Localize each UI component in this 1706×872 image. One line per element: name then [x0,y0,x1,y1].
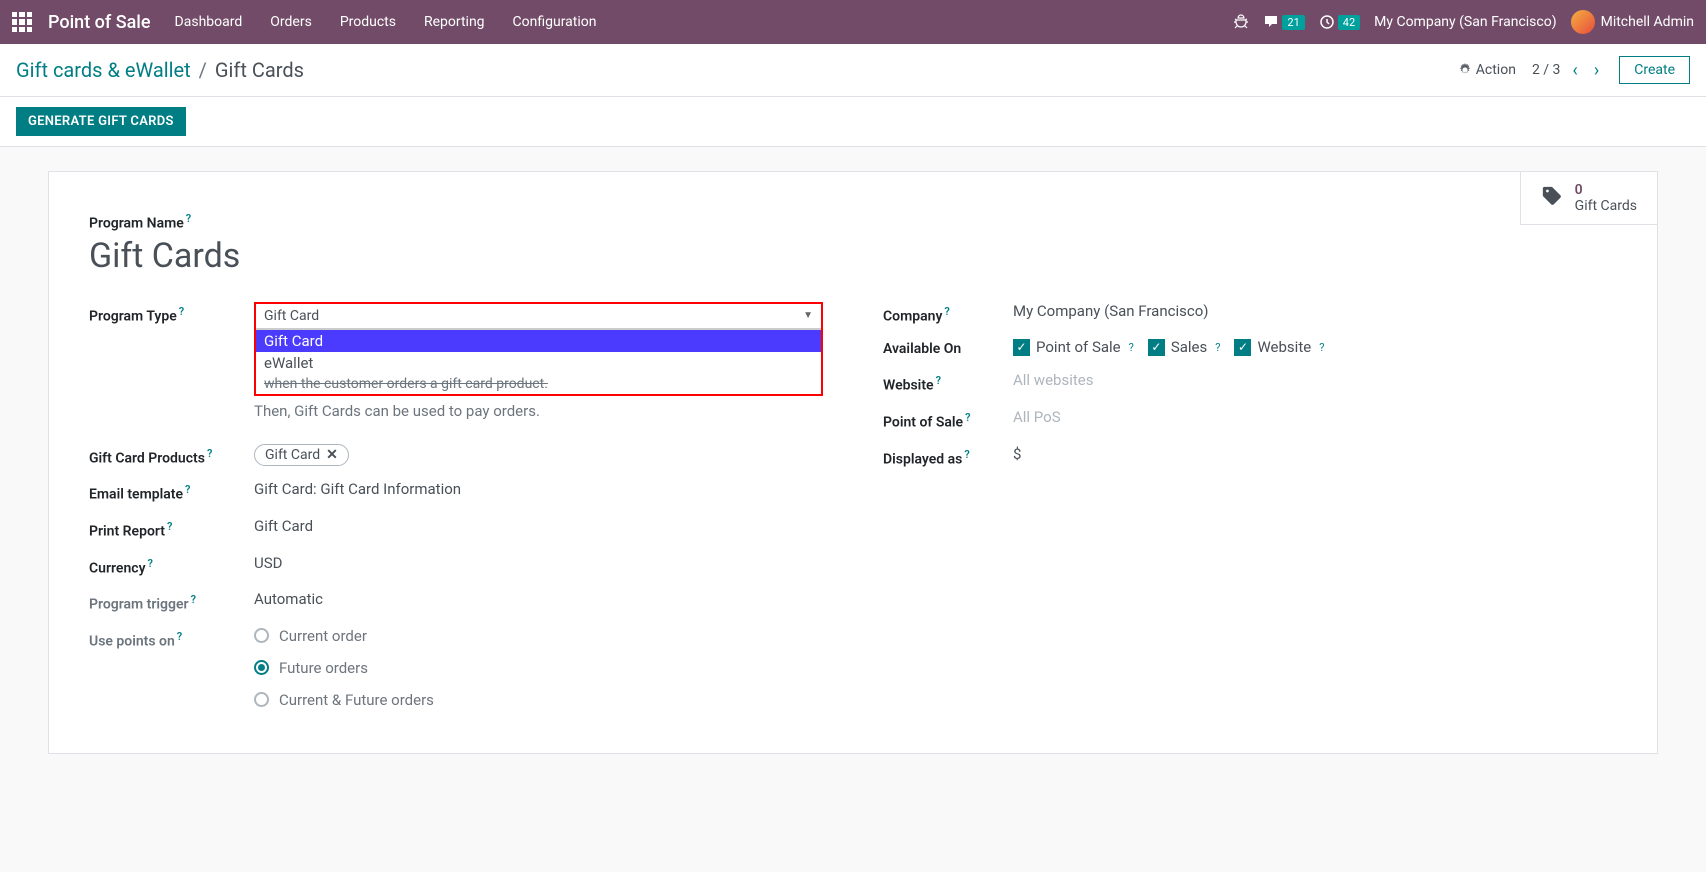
check-website[interactable]: ✓ Website? [1234,338,1324,356]
breadcrumb-parent[interactable]: Gift cards & eWallet [16,58,191,82]
nav-brand[interactable]: Point of Sale [48,12,151,33]
available-on-label: Available On [883,338,1013,357]
activity-icon[interactable]: 42 [1319,14,1360,30]
form-sheet: 0 Gift Cards Program Name? Gift Cards Pr… [48,171,1658,754]
check-sales[interactable]: ✓ Sales? [1148,338,1221,356]
checkbox-icon: ✓ [1234,339,1251,356]
program-type-dropdown[interactable]: Gift Card ▼ Gift Card eWallet when the c… [254,302,823,396]
nav-item-products[interactable]: Products [340,14,396,30]
print-report-value[interactable]: Gift Card [254,517,823,535]
use-points-label: Use points on? [89,627,254,650]
nav-item-dashboard[interactable]: Dashboard [175,14,243,30]
pager-text[interactable]: 2 / 3 [1532,62,1560,78]
help-icon[interactable]: ? [191,593,196,606]
gift-card-product-tag[interactable]: Gift Card ✕ [254,444,349,466]
apps-icon[interactable] [12,12,32,32]
pos-label: Point of Sale? [883,408,1013,431]
action-label: Action [1476,62,1516,78]
top-navbar: Point of Sale Dashboard Orders Products … [0,0,1706,44]
radio-current-future-orders[interactable]: Current & Future orders [254,691,823,709]
tag-remove-icon[interactable]: ✕ [326,447,338,463]
company-switcher[interactable]: My Company (San Francisco) [1374,14,1556,30]
help-icon[interactable]: ? [944,305,949,318]
help-icon[interactable]: ? [177,630,182,643]
radio-current-order[interactable]: Current order [254,627,823,645]
help-icon[interactable]: ? [1215,341,1220,354]
breadcrumb-current: Gift Cards [215,58,304,82]
breadcrumb: Gift cards & eWallet / Gift Cards [16,58,304,82]
breadcrumb-separator: / [199,58,207,82]
help-icon[interactable]: ? [936,374,941,387]
stat-button-gift-cards[interactable]: 0 Gift Cards [1520,172,1657,225]
nav-item-orders[interactable]: Orders [270,14,312,30]
pager-prev-icon[interactable]: ‹ [1568,60,1581,81]
program-type-options: Gift Card eWallet when the customer orde… [256,329,821,394]
gift-card-products-label: Gift Card Products? [89,444,254,467]
help-icon[interactable]: ? [186,212,191,225]
bug-icon[interactable] [1233,14,1249,30]
checkbox-icon: ✓ [1013,339,1030,356]
program-type-selected[interactable]: Gift Card ▼ [256,304,821,329]
radio-icon [254,692,269,707]
radio-icon [254,660,269,675]
program-type-description: Then, Gift Cards can be used to pay orde… [254,402,823,420]
program-name-label: Program Name? [89,212,1617,232]
dropdown-ghost-text: when the customer orders a gift card pro… [256,374,821,394]
help-icon[interactable]: ? [965,411,970,424]
nav-menu: Dashboard Orders Products Reporting Conf… [175,14,597,30]
pager: 2 / 3 ‹ › [1532,60,1603,81]
checkbox-icon: ✓ [1148,339,1165,356]
control-panel: Gift cards & eWallet / Gift Cards Action… [0,44,1706,97]
nav-item-reporting[interactable]: Reporting [424,14,485,30]
gear-icon [1458,63,1472,77]
pos-value[interactable]: All PoS [1013,408,1617,426]
create-button[interactable]: Create [1619,56,1690,84]
program-trigger-value: Automatic [254,590,823,608]
nav-item-configuration[interactable]: Configuration [513,14,597,30]
program-trigger-label: Program trigger? [89,590,254,613]
stat-count: 0 [1575,182,1637,198]
program-type-label: Program Type? [89,302,254,325]
stat-label: Gift Cards [1575,198,1637,214]
tag-icon [1541,185,1563,212]
help-icon[interactable]: ? [1129,341,1134,354]
displayed-as-label: Displayed as? [883,445,1013,468]
pager-next-icon[interactable]: › [1590,60,1603,81]
email-template-label: Email template? [89,480,254,503]
user-name: Mitchell Admin [1601,14,1694,30]
user-menu[interactable]: Mitchell Admin [1571,10,1694,34]
messaging-badge: 21 [1282,15,1304,30]
activity-badge: 42 [1338,15,1360,30]
messaging-icon[interactable]: 21 [1263,14,1304,30]
use-points-radio-group: Current order Future orders Current & Fu… [254,627,823,709]
program-name-value[interactable]: Gift Cards [89,236,1617,276]
help-icon[interactable]: ? [964,448,969,461]
dropdown-option-gift-card[interactable]: Gift Card [256,330,821,352]
help-icon[interactable]: ? [1319,341,1324,354]
help-icon[interactable]: ? [167,520,172,533]
help-icon[interactable]: ? [179,305,184,318]
help-icon[interactable]: ? [148,557,153,570]
currency-label: Currency? [89,554,254,577]
action-menu[interactable]: Action [1458,62,1516,78]
check-point-of-sale[interactable]: ✓ Point of Sale? [1013,338,1134,356]
help-icon[interactable]: ? [185,483,190,496]
chevron-down-icon: ▼ [803,310,813,321]
generate-gift-cards-button[interactable]: GENERATE GIFT CARDS [16,107,186,136]
status-bar: GENERATE GIFT CARDS [0,97,1706,147]
radio-icon [254,628,269,643]
avatar [1571,10,1595,34]
website-value[interactable]: All websites [1013,371,1617,389]
currency-value[interactable]: USD [254,554,823,572]
company-value[interactable]: My Company (San Francisco) [1013,302,1617,320]
company-label: Company? [883,302,1013,325]
available-on-checks: ✓ Point of Sale? ✓ Sales? ✓ Website? [1013,338,1617,356]
radio-future-orders[interactable]: Future orders [254,659,823,677]
print-report-label: Print Report? [89,517,254,540]
website-label: Website? [883,371,1013,394]
email-template-value[interactable]: Gift Card: Gift Card Information [254,480,823,498]
dropdown-option-ewallet[interactable]: eWallet [256,352,821,374]
displayed-as-value[interactable]: $ [1013,445,1617,463]
help-icon[interactable]: ? [207,447,212,460]
